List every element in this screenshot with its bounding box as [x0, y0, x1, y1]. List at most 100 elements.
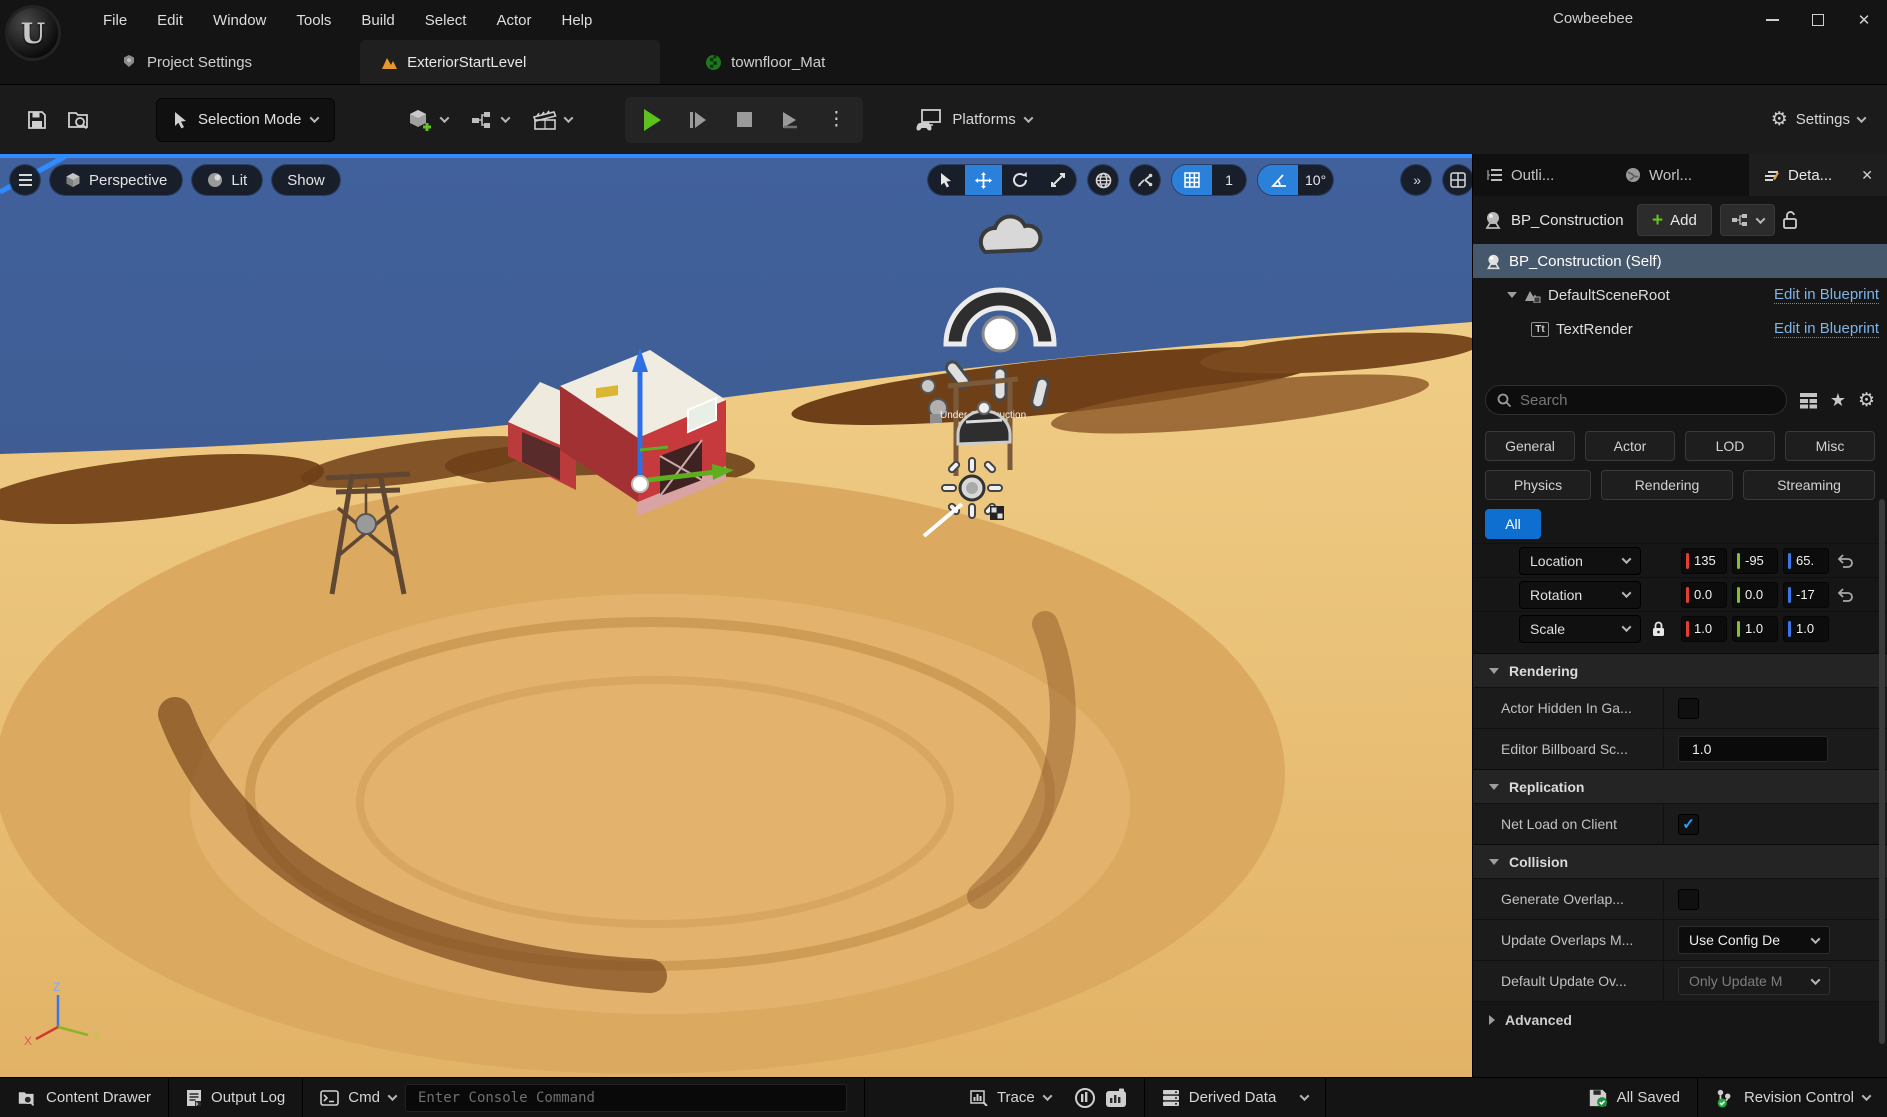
platforms-dropdown[interactable]: Platforms [915, 108, 1031, 132]
quad-view-button[interactable] [1443, 165, 1472, 195]
location-y-field[interactable]: -95 [1732, 548, 1778, 574]
panel-scrollbar[interactable] [1879, 499, 1885, 1044]
maximize-button[interactable] [1795, 0, 1841, 40]
world-local-toggle-button[interactable] [1088, 165, 1118, 195]
edit-in-blueprint-link[interactable]: Edit in Blueprint [1774, 286, 1879, 304]
insights-icon[interactable] [1074, 1087, 1096, 1109]
category-lod[interactable]: LOD [1685, 431, 1775, 461]
tab-world-settings[interactable]: Worl... [1611, 154, 1749, 196]
grid-snap-value[interactable]: 1 [1212, 165, 1246, 195]
section-rendering[interactable]: Rendering [1473, 653, 1887, 687]
derived-data-dropdown[interactable]: Derived Data [1145, 1078, 1327, 1117]
menu-edit[interactable]: Edit [142, 7, 198, 34]
update-overlaps-dropdown[interactable]: Use Config De [1678, 926, 1830, 954]
menu-select[interactable]: Select [410, 7, 482, 34]
rotation-x-field[interactable]: 0.0 [1681, 582, 1727, 608]
generate-overlap-checkbox[interactable] [1678, 889, 1699, 910]
category-all[interactable]: All [1485, 509, 1541, 539]
rotate-tool-button[interactable] [1002, 165, 1039, 195]
viewport-menu-button[interactable] [10, 165, 40, 195]
rotation-y-field[interactable]: 0.0 [1732, 582, 1778, 608]
reset-rotation-button[interactable] [1837, 588, 1853, 602]
tree-row-text-render[interactable]: Tt TextRender Edit in Blueprint [1473, 312, 1887, 346]
menu-window[interactable]: Window [198, 7, 281, 34]
menu-actor[interactable]: Actor [481, 7, 546, 34]
small-sphere-gizmo[interactable] [921, 379, 935, 393]
play-options-kebab-button[interactable]: ⋮ [815, 99, 857, 141]
viewport-scene[interactable]: Under Construction [0, 154, 1472, 1077]
section-collision[interactable]: Collision [1473, 844, 1887, 878]
tab-project-settings[interactable]: Project Settings [100, 40, 272, 84]
angle-snap-toggle-button[interactable] [1258, 165, 1298, 195]
scale-z-field[interactable]: 1.0 [1783, 616, 1829, 642]
blueprint-actions-dropdown[interactable] [1720, 204, 1775, 236]
output-log-button[interactable]: Output Log [169, 1078, 303, 1117]
surface-snapping-button[interactable] [1130, 165, 1160, 195]
search-input[interactable] [1520, 392, 1775, 409]
cmd-label[interactable]: Cmd [348, 1089, 380, 1106]
stop-button[interactable] [723, 99, 765, 141]
scale-x-field[interactable]: 1.0 [1681, 616, 1727, 642]
category-actor[interactable]: Actor [1585, 431, 1675, 461]
location-x-field[interactable]: 135 [1681, 548, 1727, 574]
content-drawer-button[interactable]: Content Drawer [0, 1078, 169, 1117]
cinematics-button[interactable] [531, 99, 573, 141]
rotation-z-field[interactable]: -17 [1783, 582, 1829, 608]
level-viewport[interactable]: Under Construction [0, 154, 1472, 1077]
add-component-button[interactable]: + Add [1637, 204, 1712, 236]
location-dropdown[interactable]: Location [1519, 547, 1641, 575]
location-z-field[interactable]: 65. [1783, 548, 1829, 574]
lit-dropdown[interactable]: Lit [192, 165, 262, 195]
close-tab-icon[interactable]: ✕ [1861, 167, 1873, 184]
favorites-star-icon[interactable]: ★ [1830, 390, 1846, 411]
net-load-checkbox[interactable]: ✓ [1678, 814, 1699, 835]
launch-button[interactable] [769, 99, 811, 141]
close-button[interactable]: ✕ [1841, 0, 1887, 40]
revision-control-dropdown[interactable]: Revision Control [1698, 1078, 1887, 1117]
display-options-icon[interactable] [1799, 392, 1818, 409]
expander-icon[interactable] [1507, 292, 1517, 298]
selection-mode-dropdown[interactable]: Selection Mode [156, 98, 335, 142]
category-physics[interactable]: Physics [1485, 470, 1591, 500]
category-rendering[interactable]: Rendering [1601, 470, 1733, 500]
tab-townfloor-mat[interactable]: townfloor_Mat [684, 40, 845, 84]
move-tool-button[interactable] [965, 165, 1002, 195]
scale-tool-button[interactable] [1039, 165, 1076, 195]
perspective-dropdown[interactable]: Perspective [50, 165, 182, 195]
angle-snap-value[interactable]: 10° [1298, 165, 1333, 195]
blueprints-button[interactable] [469, 99, 511, 141]
play-button[interactable] [631, 99, 673, 141]
menu-help[interactable]: Help [547, 7, 608, 34]
settings-dropdown[interactable]: ⚙ Settings [1771, 110, 1871, 129]
save-button[interactable] [16, 99, 58, 141]
frame-skip-button[interactable] [677, 99, 719, 141]
tree-row-self[interactable]: BP_Construction (Self) [1473, 244, 1887, 278]
category-misc[interactable]: Misc [1785, 431, 1875, 461]
search-box[interactable] [1485, 385, 1787, 415]
select-tool-button[interactable] [928, 165, 965, 195]
menu-tools[interactable]: Tools [281, 7, 346, 34]
actor-hidden-checkbox[interactable] [1678, 698, 1699, 719]
tree-row-scene-root[interactable]: DefaultSceneRoot Edit in Blueprint [1473, 278, 1887, 312]
details-settings-gear-icon[interactable]: ⚙ [1858, 391, 1875, 410]
grid-snap-toggle-button[interactable] [1172, 165, 1212, 195]
tab-exterior-start-level[interactable]: ExteriorStartLevel [360, 40, 660, 84]
add-actor-button[interactable] [407, 99, 449, 141]
scale-y-field[interactable]: 1.0 [1732, 616, 1778, 642]
minimize-button[interactable] [1749, 0, 1795, 40]
reset-location-button[interactable] [1837, 554, 1853, 568]
lock-icon[interactable] [1652, 621, 1665, 637]
editor-billboard-field[interactable]: 1.0 [1678, 736, 1828, 762]
menu-build[interactable]: Build [346, 7, 409, 34]
snapshot-icon[interactable] [1105, 1088, 1127, 1108]
unreal-logo-icon[interactable]: U [5, 5, 61, 61]
browse-content-button[interactable] [58, 99, 100, 141]
category-streaming[interactable]: Streaming [1743, 470, 1875, 500]
trace-label[interactable]: Trace [997, 1089, 1035, 1106]
expand-toolbar-button[interactable]: » [1401, 165, 1431, 195]
default-update-dropdown[interactable]: Only Update M [1678, 967, 1830, 995]
section-replication[interactable]: Replication [1473, 769, 1887, 803]
section-advanced[interactable]: Advanced [1473, 1001, 1887, 1037]
show-dropdown[interactable]: Show [272, 165, 340, 195]
menu-file[interactable]: File [88, 7, 142, 34]
